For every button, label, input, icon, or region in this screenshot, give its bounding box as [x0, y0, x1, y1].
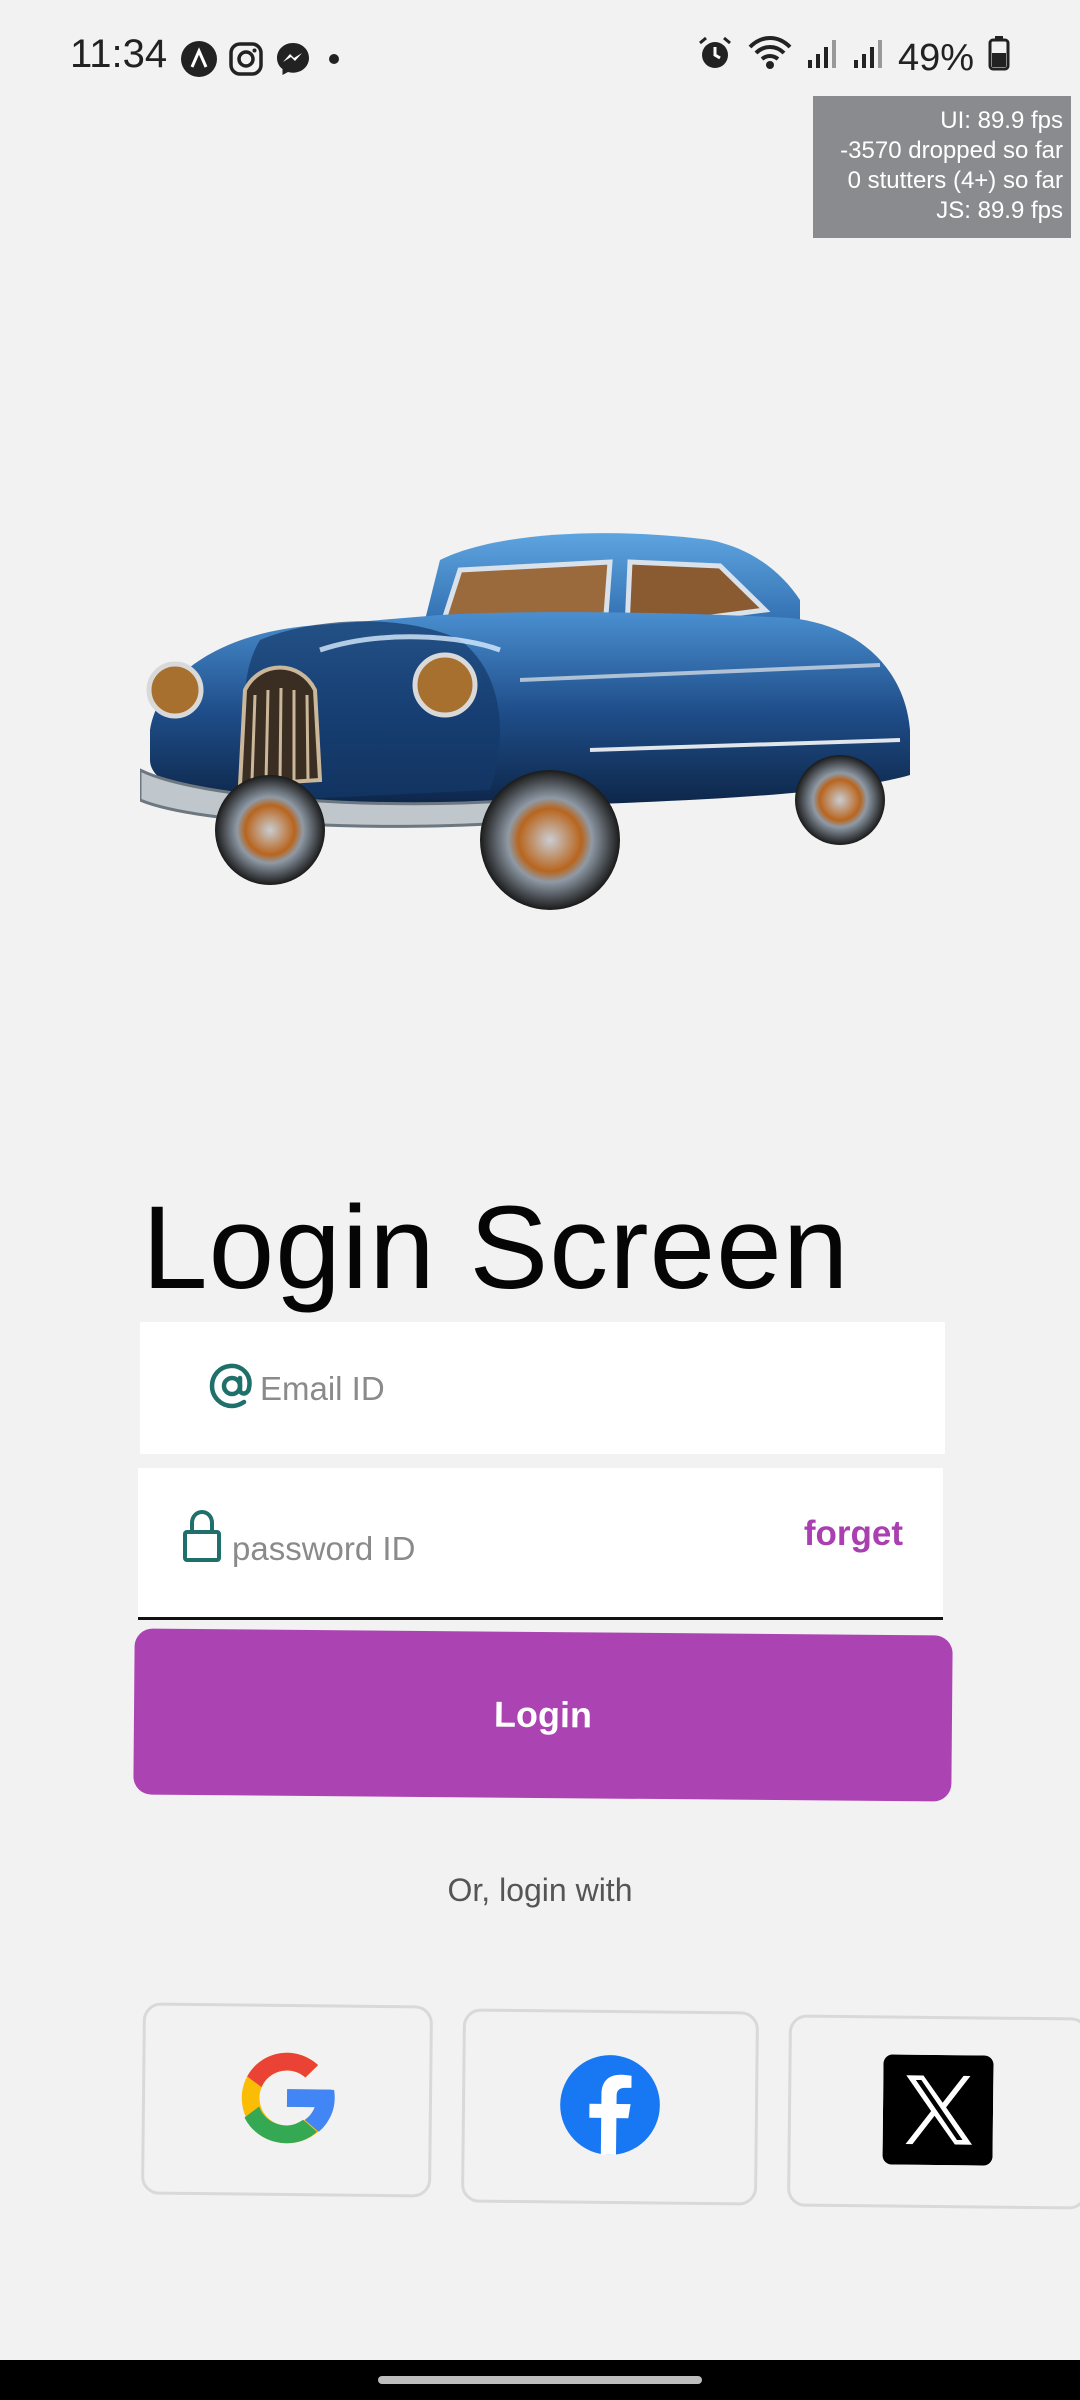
page-title: Login Screen: [142, 1182, 850, 1314]
password-input[interactable]: [230, 1520, 754, 1578]
arc-icon: [180, 40, 218, 83]
or-login-with-text: Or, login with: [447, 1872, 633, 1908]
email-input[interactable]: [258, 1360, 912, 1418]
status-time: 11:34: [70, 32, 168, 76]
forget-password-link[interactable]: forget: [804, 1514, 903, 1554]
login-button[interactable]: Login: [133, 1628, 953, 1802]
lock-icon: [182, 1509, 222, 1569]
perf-stutters: 0 stutters (4+) so far: [847, 167, 1063, 194]
home-gesture-handle[interactable]: [378, 2376, 702, 2384]
instagram-icon: [228, 41, 264, 82]
alarm-icon: [696, 34, 734, 82]
messenger-icon: [274, 40, 312, 83]
password-field[interactable]: forget: [138, 1468, 943, 1620]
status-notification-icons: [180, 40, 346, 83]
facebook-icon: [557, 2052, 662, 2162]
wifi-icon: [748, 35, 792, 81]
signal-icon: [852, 37, 884, 80]
email-field[interactable]: [140, 1322, 945, 1454]
signal-icon: [806, 37, 838, 80]
at-sign-icon: [208, 1362, 256, 1415]
x-icon: [882, 2054, 994, 2170]
perf-overlay: UI: 89.9 fps -3570 dropped so far 0 stut…: [813, 96, 1071, 238]
google-login-button[interactable]: [141, 2002, 433, 2198]
status-system-icons: 49%: [696, 34, 1010, 82]
facebook-login-button[interactable]: [460, 2008, 760, 2206]
battery-icon: [988, 35, 1010, 81]
dot-icon: [322, 47, 346, 76]
perf-js-fps: JS: 89.9 fps: [936, 197, 1063, 224]
x-login-button[interactable]: [787, 2014, 1080, 2210]
hero-car-image: [138, 500, 920, 920]
navigation-bar: [0, 2360, 1080, 2400]
perf-dropped: -3570 dropped so far: [840, 137, 1063, 164]
battery-percent: 49%: [897, 36, 974, 79]
perf-ui-fps: UI: 89.9 fps: [940, 107, 1063, 134]
google-icon: [227, 2038, 346, 2162]
